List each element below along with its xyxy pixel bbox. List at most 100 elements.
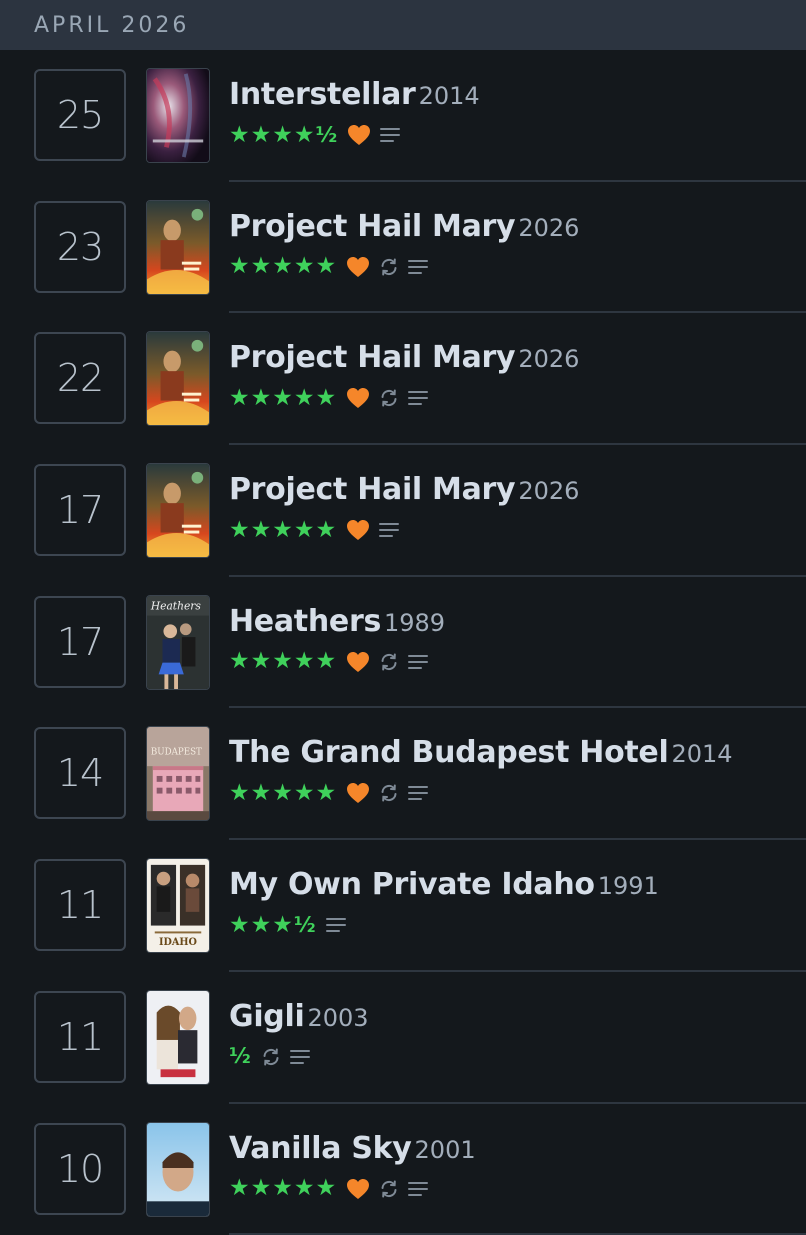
film-year[interactable]: 2014: [671, 740, 732, 768]
half-star: ½: [315, 123, 338, 147]
day-box[interactable]: 22: [34, 332, 126, 424]
diary-entry[interactable]: 17 Project Hail Mary2026 ★★★★★: [0, 445, 806, 577]
title-line: My Own Private Idaho1991: [229, 870, 806, 900]
film-poster[interactable]: Heathers: [146, 595, 210, 690]
full-stars: ★★★★: [229, 122, 315, 148]
review-icon[interactable]: [379, 522, 399, 538]
title-line: Vanilla Sky2001: [229, 1134, 806, 1164]
film-poster[interactable]: [146, 68, 210, 163]
title-line: Interstellar2014: [229, 80, 806, 110]
film-poster[interactable]: [146, 200, 210, 295]
entry-meta: ★★★★★: [229, 518, 806, 542]
entry-meta: ★★★★★: [229, 386, 806, 410]
film-poster[interactable]: BUDAPEST: [146, 726, 210, 821]
review-icon[interactable]: [408, 785, 428, 801]
rewatch-icon: [379, 1179, 399, 1199]
title-line: The Grand Budapest Hotel2014: [229, 738, 806, 768]
day-box[interactable]: 10: [34, 1123, 126, 1215]
film-year[interactable]: 1991: [598, 872, 659, 900]
film-title[interactable]: Interstellar: [229, 77, 416, 112]
film-title[interactable]: Project Hail Mary: [229, 472, 515, 507]
film-poster[interactable]: [146, 1122, 210, 1217]
rewatch-icon: [379, 783, 399, 803]
svg-text:IDAHO: IDAHO: [159, 937, 197, 948]
film-title[interactable]: The Grand Budapest Hotel: [229, 735, 668, 770]
film-poster[interactable]: IDAHO: [146, 858, 210, 953]
full-stars: ★★★★★: [229, 517, 337, 543]
diary-entry[interactable]: 14 BUDAPEST The Grand Budapest Hotel2014…: [0, 708, 806, 840]
star-rating: ½: [229, 1045, 252, 1068]
entry-meta: ★★★★★: [229, 650, 806, 674]
heart-icon: [346, 387, 370, 409]
heart-icon: [346, 519, 370, 541]
title-line: Heathers1989: [229, 607, 806, 637]
film-year[interactable]: 2014: [419, 82, 480, 110]
diary-entry[interactable]: 22 Project Hail Mary2026 ★★★★★: [0, 313, 806, 445]
full-stars: ★★★★★: [229, 648, 337, 674]
film-year[interactable]: 2026: [518, 345, 579, 373]
diary-entry[interactable]: 17 Heathers Heathers1989 ★★★★★: [0, 577, 806, 709]
day-number: 14: [57, 751, 103, 795]
diary-entry[interactable]: 11 IDAHO My Own Private Idaho1991 ★★★½: [0, 840, 806, 972]
film-title[interactable]: Heathers: [229, 604, 381, 639]
entry-info: My Own Private Idaho1991 ★★★½: [229, 870, 806, 937]
film-poster[interactable]: [146, 463, 210, 558]
rewatch-icon: [379, 652, 399, 672]
film-title[interactable]: Project Hail Mary: [229, 340, 515, 375]
day-box[interactable]: 17: [34, 464, 126, 556]
half-star: ½: [229, 1044, 252, 1068]
entry-info: Gigli2003 ½: [229, 1002, 806, 1069]
title-line: Project Hail Mary2026: [229, 212, 806, 242]
full-stars: ★★★★★: [229, 780, 337, 806]
day-number: 17: [57, 620, 103, 664]
star-rating: ★★★★★: [229, 650, 337, 673]
half-star: ½: [294, 913, 317, 937]
film-year[interactable]: 1989: [384, 609, 445, 637]
diary-entry[interactable]: 25 Interstellar2014 ★★★★½: [0, 50, 806, 182]
day-box[interactable]: 17: [34, 596, 126, 688]
heart-icon: [346, 782, 370, 804]
review-icon[interactable]: [408, 259, 428, 275]
entry-meta: ½: [229, 1045, 806, 1069]
day-box[interactable]: 11: [34, 859, 126, 951]
day-number: 22: [57, 356, 103, 400]
entry-info: Project Hail Mary2026 ★★★★★: [229, 343, 806, 410]
film-title[interactable]: My Own Private Idaho: [229, 867, 595, 902]
review-icon[interactable]: [408, 390, 428, 406]
film-year[interactable]: 2026: [518, 477, 579, 505]
day-box[interactable]: 23: [34, 201, 126, 293]
entry-info: Vanilla Sky2001 ★★★★★: [229, 1134, 806, 1201]
svg-text:Heathers: Heathers: [150, 599, 201, 612]
entry-info: Interstellar2014 ★★★★½: [229, 80, 806, 147]
review-icon[interactable]: [380, 127, 400, 143]
star-rating: ★★★★★: [229, 387, 337, 410]
day-number: 10: [57, 1147, 103, 1191]
film-year[interactable]: 2026: [518, 214, 579, 242]
day-number: 25: [57, 93, 103, 137]
film-title[interactable]: Gigli: [229, 999, 304, 1034]
film-title[interactable]: Project Hail Mary: [229, 209, 515, 244]
diary-entry[interactable]: 10 Vanilla Sky2001 ★★★★★: [0, 1104, 806, 1235]
review-icon[interactable]: [408, 654, 428, 670]
entry-meta: ★★★★★: [229, 781, 806, 805]
film-year[interactable]: 2003: [307, 1004, 368, 1032]
title-line: Project Hail Mary2026: [229, 343, 806, 373]
heart-icon: [347, 124, 371, 146]
day-box[interactable]: 11: [34, 991, 126, 1083]
diary-entry[interactable]: 11 Gigli2003 ½: [0, 972, 806, 1104]
film-poster[interactable]: [146, 331, 210, 426]
film-year[interactable]: 2001: [415, 1136, 476, 1164]
entry-meta: ★★★★½: [229, 123, 806, 147]
review-icon[interactable]: [408, 1181, 428, 1197]
film-title[interactable]: Vanilla Sky: [229, 1131, 412, 1166]
heart-icon: [346, 651, 370, 673]
entry-meta: ★★★★★: [229, 1177, 806, 1201]
film-poster[interactable]: [146, 990, 210, 1085]
review-icon[interactable]: [290, 1049, 310, 1065]
rewatch-icon: [379, 388, 399, 408]
day-box[interactable]: 25: [34, 69, 126, 161]
month-header: APRIL 2026: [0, 0, 806, 50]
day-box[interactable]: 14: [34, 727, 126, 819]
diary-entry[interactable]: 23 Project Hail Mary2026 ★★★★★: [0, 182, 806, 314]
review-icon[interactable]: [326, 917, 346, 933]
